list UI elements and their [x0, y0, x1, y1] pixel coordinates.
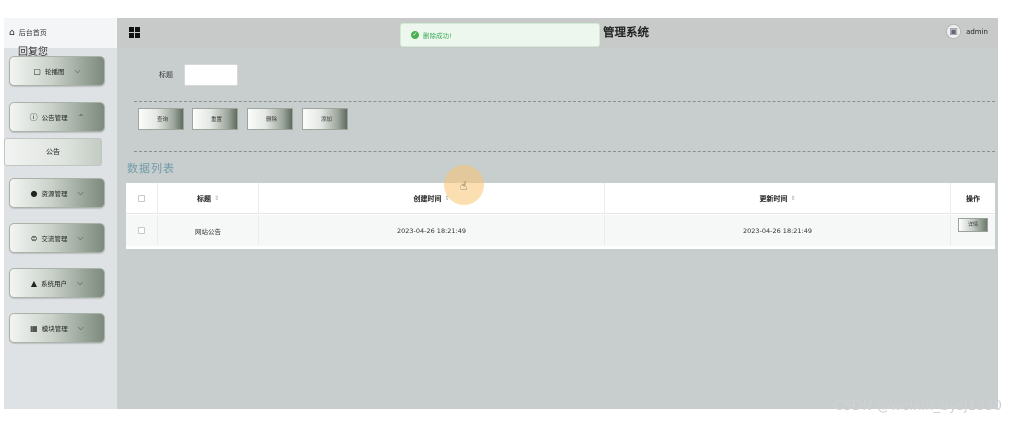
check-circle-icon: ✓	[411, 31, 419, 39]
avatar[interactable]: ▣	[946, 24, 962, 39]
system-title: 管理系统	[603, 25, 649, 39]
sidebar-item-carousel[interactable]: ▢ 轮播图 ⌵	[9, 56, 105, 86]
sidebar-home-label: 后台首页	[18, 29, 47, 37]
cell-updated: 2023-04-26 18:21:49	[605, 215, 951, 246]
column-header-created[interactable]: 创建时间 ⇕	[259, 183, 605, 214]
chevron-down-icon: ⌵	[77, 323, 84, 332]
pin-icon: ●	[30, 188, 38, 198]
sidebar: ⌂ 后台首页 回复您 ▢ 轮播图 ⌵ ⓘ 公告管理 ⌃ 公告 ● 资源管理 ⌵ …	[4, 18, 117, 409]
section-title: 数据列表	[127, 162, 175, 175]
delete-button[interactable]: 删除	[247, 108, 293, 130]
sidebar-item-label: 公告管理	[41, 114, 68, 122]
divider	[134, 151, 995, 152]
select-all-checkbox[interactable]	[138, 195, 145, 202]
home-icon: ⌂	[9, 28, 15, 38]
chevron-up-icon: ⌃	[77, 112, 85, 122]
sidebar-item-label: 轮播图	[44, 68, 65, 76]
sidebar-home[interactable]: ⌂ 后台首页	[4, 18, 117, 48]
title-search-input[interactable]	[184, 64, 238, 86]
sidebar-subitem-announcement[interactable]: 公告	[4, 138, 102, 166]
cell-operation: 详情	[951, 215, 995, 246]
chat-icon: ⊜	[30, 233, 38, 243]
chevron-down-icon: ⌵	[77, 233, 84, 242]
main-content: 标题 查询 重置 删除 添加 数据列表 标题 ⇕ 创建时间 ⇕ 更新时间 ⇕ 操	[117, 48, 998, 409]
grid-icon: ▦	[30, 323, 38, 333]
column-header-title[interactable]: 标题 ⇕	[158, 183, 259, 214]
query-button[interactable]: 查询	[138, 108, 184, 130]
column-label: 更新时间	[759, 194, 788, 203]
username: admin	[966, 27, 988, 36]
sidebar-item-exchange[interactable]: ⊜ 交流管理 ⌵	[9, 223, 105, 253]
select-all-cell	[126, 183, 158, 214]
sort-icon[interactable]: ⇕	[790, 195, 795, 202]
sidebar-item-announcement[interactable]: ⓘ 公告管理 ⌃	[9, 102, 105, 132]
info-circle-icon: ⓘ	[29, 112, 38, 122]
column-label: 标题	[196, 194, 211, 203]
add-button[interactable]: 添加	[302, 108, 348, 130]
sidebar-item-label: 资源管理	[41, 190, 68, 198]
chevron-down-icon: ⌵	[77, 188, 84, 197]
chevron-down-icon: ⌵	[77, 278, 84, 287]
reset-button[interactable]: 重置	[192, 108, 238, 130]
sidebar-item-resources[interactable]: ● 资源管理 ⌵	[9, 178, 105, 208]
column-header-updated[interactable]: 更新时间 ⇕	[605, 183, 951, 214]
search-label: 标题	[159, 71, 173, 79]
row-checkbox[interactable]	[138, 227, 145, 234]
data-table: 标题 ⇕ 创建时间 ⇕ 更新时间 ⇕ 操作 网站公告 2023-04-26 18…	[126, 183, 995, 249]
sidebar-item-modules[interactable]: ▦ 模块管理 ⌵	[9, 313, 105, 343]
column-header-operation: 操作	[951, 183, 995, 214]
cell-title: 网站公告	[158, 215, 259, 246]
sidebar-item-label: 系统用户	[41, 280, 68, 288]
success-toast: ✓ 删除成功!	[400, 23, 600, 47]
image-icon: ▢	[33, 66, 41, 76]
chevron-down-icon: ⌵	[74, 66, 81, 75]
detail-button[interactable]: 详情	[958, 217, 988, 232]
divider	[134, 101, 995, 102]
grid-menu-icon[interactable]	[129, 27, 140, 38]
toast-message: 删除成功!	[423, 32, 452, 40]
cell-created: 2023-04-26 18:21:49	[259, 215, 605, 246]
column-label: 操作	[966, 194, 980, 203]
user-icon: ▲	[30, 278, 38, 288]
sidebar-subitem-label: 公告	[46, 148, 60, 156]
table-row[interactable]: 网站公告 2023-04-26 18:21:49 2023-04-26 18:2…	[126, 215, 995, 246]
sidebar-item-label: 模块管理	[41, 325, 68, 333]
sidebar-item-users[interactable]: ▲ 系统用户 ⌵	[9, 268, 105, 298]
table-header-row: 标题 ⇕ 创建时间 ⇕ 更新时间 ⇕ 操作	[126, 183, 995, 214]
column-label: 创建时间	[413, 194, 442, 203]
row-select-cell	[126, 215, 158, 246]
user-menu[interactable]: ▣ admin	[946, 24, 988, 39]
pointer-hand-icon: ☝	[460, 179, 468, 193]
sort-icon[interactable]: ⇕	[214, 195, 219, 202]
watermark: CSDN @weixin_bysj1330	[833, 398, 1002, 414]
sidebar-item-label: 交流管理	[41, 235, 68, 243]
